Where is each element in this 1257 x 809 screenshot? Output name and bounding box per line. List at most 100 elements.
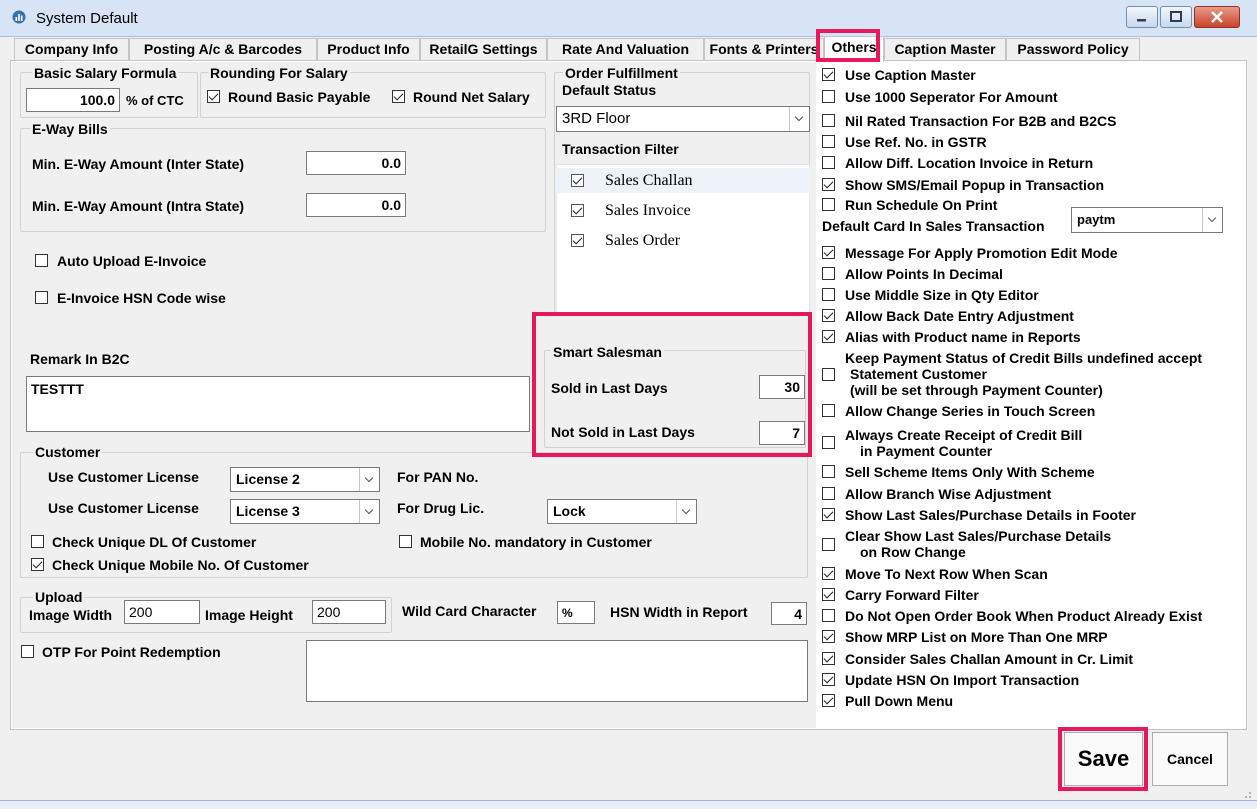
keep-payment-label-2: Statement Customer (850, 366, 987, 382)
title-bar: System Default (0, 0, 1257, 37)
customer-license-value-2: License 3 (236, 503, 300, 519)
cancel-button[interactable]: Cancel (1152, 732, 1228, 786)
hsn-code-wise-checkbox[interactable] (35, 291, 48, 304)
show-mrp-checkbox[interactable] (822, 630, 835, 643)
hsn-width-input[interactable]: 4 (771, 602, 807, 625)
default-card-label: Default Card In Sales Transaction (822, 218, 1045, 234)
tab-caption-master[interactable]: Caption Master (884, 38, 1006, 60)
tab-retailg-settings[interactable]: RetailG Settings (420, 38, 547, 60)
drug-lic-select[interactable]: Lock (547, 499, 697, 524)
alias-product-checkbox[interactable] (822, 330, 835, 343)
filter-sales-order-checkbox[interactable] (571, 234, 584, 247)
allow-points-decimal-checkbox[interactable] (822, 267, 835, 280)
close-button[interactable] (1194, 6, 1240, 28)
mobile-mandatory-checkbox[interactable] (399, 535, 412, 548)
tab-posting[interactable]: Posting A/c & Barcodes (129, 38, 317, 60)
allow-change-series-label: Allow Change Series in Touch Screen (845, 403, 1096, 419)
unique-dl-checkbox[interactable] (31, 535, 44, 548)
round-net-checkbox[interactable] (392, 90, 405, 103)
customer-license-label-1: Use Customer License (48, 469, 199, 485)
save-highlight (1058, 727, 1148, 791)
rounding-label: Rounding For Salary (208, 65, 350, 81)
always-create-receipt-checkbox[interactable] (822, 436, 835, 449)
allow-back-date-checkbox[interactable] (822, 309, 835, 322)
smart-salesman-highlight (532, 312, 812, 457)
default-card-select[interactable]: paytm (1071, 207, 1223, 233)
customer-label: Customer (33, 444, 103, 460)
hsn-width-label: HSN Width in Report (610, 604, 748, 620)
do-not-open-checkbox[interactable] (822, 609, 835, 622)
tab-password-policy[interactable]: Password Policy (1006, 38, 1140, 60)
eway-inter-input[interactable]: 0.0 (306, 151, 406, 175)
nil-rated-checkbox[interactable] (822, 114, 835, 127)
keep-payment-checkbox[interactable] (822, 368, 835, 381)
carry-forward-checkbox[interactable] (822, 588, 835, 601)
customer-license-select-1[interactable]: License 2 (230, 467, 380, 492)
maximize-button[interactable] (1160, 6, 1192, 28)
nil-rated-label: Nil Rated Transaction For B2B and B2CS (845, 113, 1117, 129)
show-sms-label: Show SMS/Email Popup in Transaction (845, 177, 1105, 193)
tab-fonts-printers[interactable]: Fonts & Printers (704, 38, 824, 60)
move-next-row-checkbox[interactable] (822, 567, 835, 580)
consider-challan-checkbox[interactable] (822, 652, 835, 665)
update-hsn-label: Update HSN On Import Transaction (845, 672, 1080, 688)
filter-sales-order-label: Sales Order (605, 232, 681, 249)
allow-change-series-checkbox[interactable] (822, 404, 835, 417)
auto-upload-checkbox[interactable] (35, 254, 48, 267)
customer-license-label-2: Use Customer License (48, 500, 199, 516)
show-sms-checkbox[interactable] (822, 178, 835, 191)
others-tab-highlight (816, 29, 880, 62)
notes-textarea[interactable] (306, 640, 808, 702)
otp-checkbox[interactable] (21, 645, 34, 658)
allow-back-date-label: Allow Back Date Entry Adjustment (845, 308, 1074, 324)
pull-down-checkbox[interactable] (822, 694, 835, 707)
update-hsn-checkbox[interactable] (822, 673, 835, 686)
mobile-mandatory-label: Mobile No. mandatory in Customer (420, 534, 652, 550)
customer-license-select-2[interactable]: License 3 (230, 499, 380, 524)
run-schedule-checkbox[interactable] (822, 198, 835, 211)
allow-branch-checkbox[interactable] (822, 487, 835, 500)
resize-grip-icon[interactable] (1240, 786, 1252, 798)
show-last-sales-checkbox[interactable] (822, 508, 835, 521)
use-1000-sep-checkbox[interactable] (822, 90, 835, 103)
tab-product-info[interactable]: Product Info (317, 38, 420, 60)
image-height-input[interactable]: 200 (312, 600, 386, 624)
basic-salary-input[interactable]: 100.0 (26, 88, 120, 112)
eway-label: E-Way Bills (30, 121, 110, 137)
default-status-value: 3RD Floor (562, 110, 631, 127)
carry-forward-label: Carry Forward Filter (845, 587, 979, 603)
window-title: System Default (36, 10, 138, 27)
image-height-label: Image Height (205, 607, 293, 623)
filter-sales-challan-checkbox[interactable] (571, 174, 584, 187)
clear-show-label-2: on Row Change (860, 544, 966, 560)
tab-company-info[interactable]: Company Info (14, 38, 129, 60)
image-width-input[interactable]: 200 (124, 600, 200, 624)
use-ref-no-checkbox[interactable] (822, 135, 835, 148)
unique-mobile-checkbox[interactable] (31, 558, 44, 571)
default-status-label: Default Status (562, 82, 657, 98)
round-basic-checkbox[interactable] (207, 90, 220, 103)
minimize-button[interactable] (1126, 6, 1158, 28)
use-caption-master-checkbox[interactable] (822, 68, 835, 81)
filter-sales-invoice-checkbox[interactable] (571, 204, 584, 217)
clear-show-checkbox[interactable] (822, 538, 835, 551)
allow-diff-location-checkbox[interactable] (822, 156, 835, 169)
sell-scheme-checkbox[interactable] (822, 465, 835, 478)
consider-challan-label: Consider Sales Challan Amount in Cr. Lim… (845, 651, 1134, 667)
eway-intra-input[interactable]: 0.0 (306, 193, 406, 217)
close-icon (1211, 11, 1223, 23)
hsn-code-wise-label: E-Invoice HSN Code wise (57, 290, 226, 306)
default-card-value: paytm (1077, 212, 1116, 227)
wildcard-input[interactable]: % (557, 601, 595, 624)
keep-payment-label-3: (will be set through Payment Counter) (850, 382, 1103, 398)
show-last-sales-label: Show Last Sales/Purchase Details in Foot… (845, 507, 1136, 523)
use-middle-size-checkbox[interactable] (822, 288, 835, 301)
default-status-select[interactable]: 3RD Floor (556, 106, 810, 132)
move-next-row-label: Move To Next Row When Scan (845, 566, 1048, 582)
chevron-down-icon (789, 107, 809, 131)
image-width-label: Image Width (29, 607, 113, 623)
tab-rate-valuation[interactable]: Rate And Valuation (547, 38, 704, 60)
message-promotion-label: Message For Apply Promotion Edit Mode (845, 245, 1118, 261)
message-promotion-checkbox[interactable] (822, 246, 835, 259)
remark-textarea[interactable]: TESTTT (26, 376, 530, 432)
